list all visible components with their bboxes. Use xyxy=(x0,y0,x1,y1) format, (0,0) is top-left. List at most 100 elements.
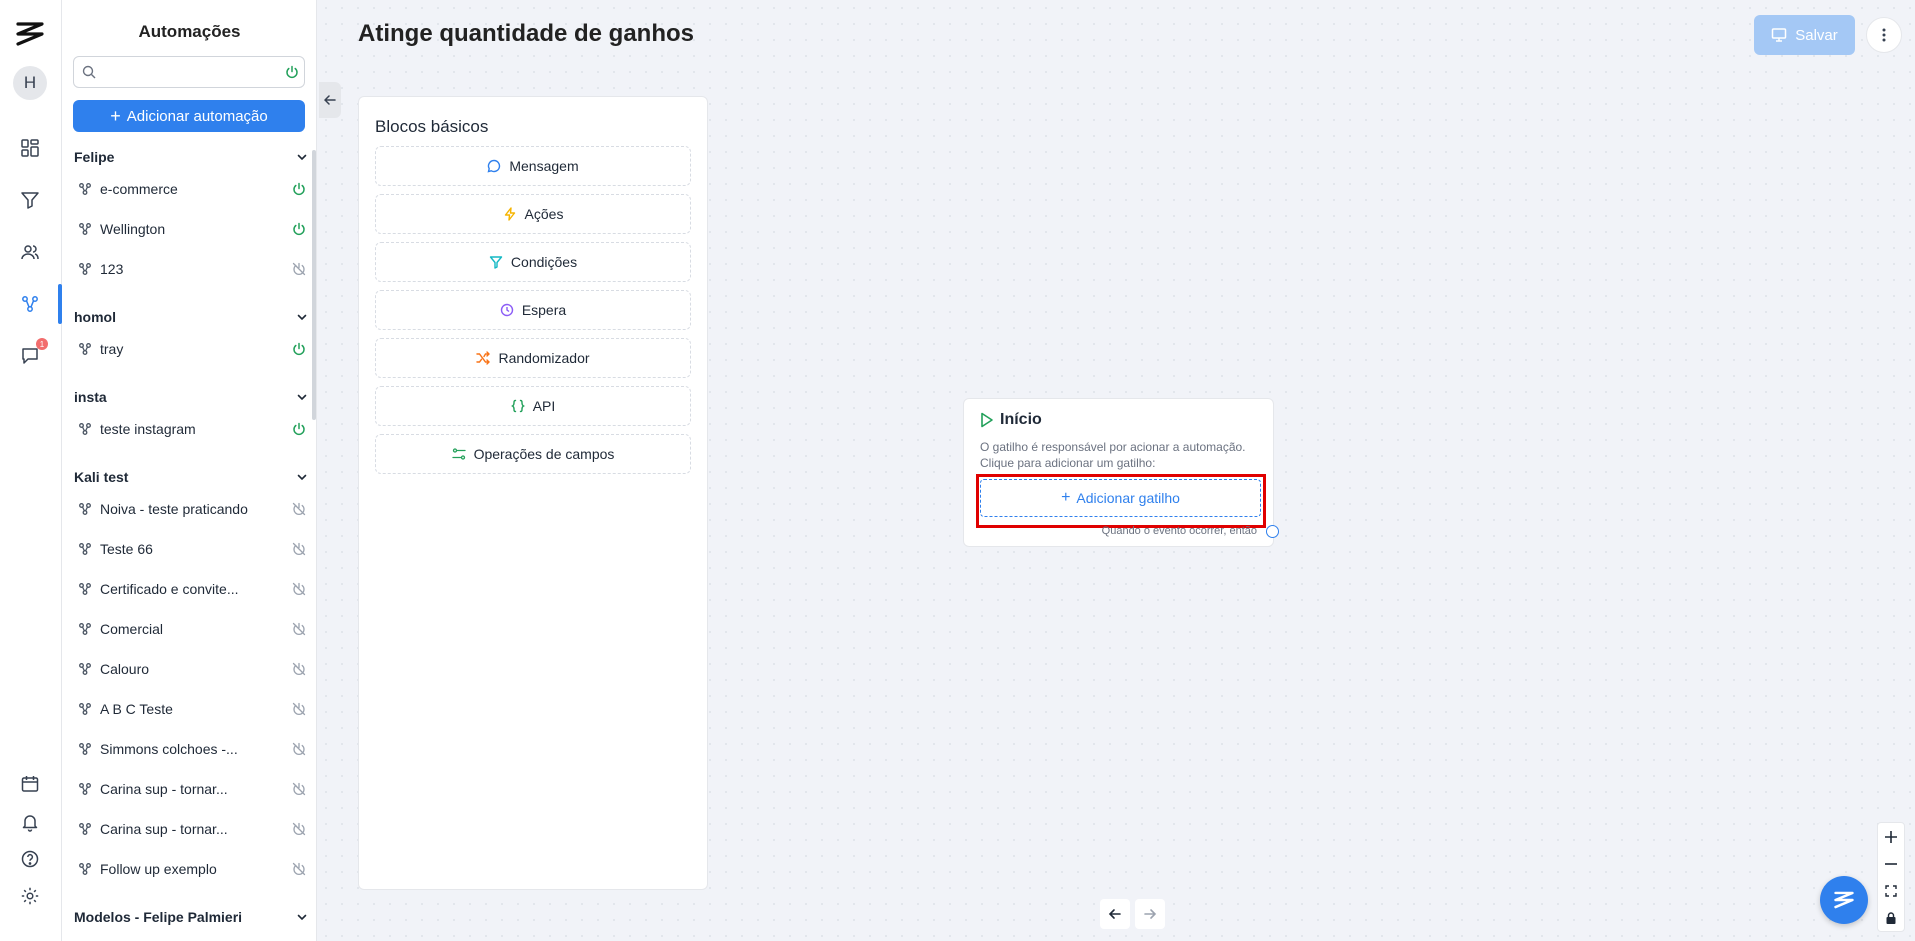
page-title: Atinge quantidade de ganhos xyxy=(358,20,695,47)
automation-label: teste instagram xyxy=(100,421,196,437)
power-off-icon[interactable] xyxy=(292,502,306,516)
group-header[interactable]: Kali test xyxy=(74,465,308,489)
flow-icon xyxy=(78,662,92,676)
block-label: Espera xyxy=(521,302,567,318)
automations-panel: Automações + Adicionar automação Felipe e… xyxy=(62,0,317,941)
power-off-icon[interactable] xyxy=(292,782,306,796)
redo-button[interactable] xyxy=(1135,899,1165,929)
fit-view-button[interactable] xyxy=(1878,877,1904,904)
automation-item[interactable]: Teste 66 xyxy=(78,534,306,564)
automation-item[interactable]: Calouro xyxy=(78,654,306,684)
start-node-title-text: Início xyxy=(1000,411,1042,428)
notification-badge: 1 xyxy=(36,338,48,350)
zoom-in-button[interactable] xyxy=(1878,823,1904,850)
power-off-icon[interactable] xyxy=(292,582,306,596)
automation-item[interactable]: Simmons colchoes -... xyxy=(78,734,306,764)
group-header[interactable]: Felipe xyxy=(74,145,308,169)
power-off-icon[interactable] xyxy=(292,822,306,836)
automation-label: Carina sup - tornar... xyxy=(100,781,228,797)
block-operacoes-de-campos[interactable]: Operações de campos xyxy=(375,434,691,474)
flow-icon xyxy=(78,742,92,756)
automation-item[interactable]: tray xyxy=(78,334,306,364)
flow-icon xyxy=(78,222,92,236)
dashboard-icon[interactable] xyxy=(16,134,44,162)
automation-label: Noiva - teste praticando xyxy=(100,501,248,517)
bell-icon[interactable] xyxy=(16,808,44,836)
automation-label: 123 xyxy=(100,261,124,277)
flow-icon xyxy=(78,182,92,196)
group-header[interactable]: insta xyxy=(74,385,308,409)
flow-icon xyxy=(78,702,92,716)
help-chat-fab[interactable] xyxy=(1820,876,1868,924)
search-input[interactable] xyxy=(100,61,276,83)
automation-label: e-commerce xyxy=(100,181,178,197)
block-randomizador[interactable]: Randomizador xyxy=(375,338,691,378)
save-button[interactable]: Salvar xyxy=(1754,15,1855,55)
automation-label: Wellington xyxy=(100,221,166,237)
braces-icon xyxy=(510,399,525,413)
block-label: Randomizador xyxy=(498,350,590,366)
power-off-icon[interactable] xyxy=(292,702,306,716)
automation-item[interactable]: Certificado e convite... xyxy=(78,574,306,604)
block-label: Ações xyxy=(524,206,564,222)
automation-item[interactable]: Wellington xyxy=(78,214,306,244)
automation-item[interactable]: teste instagram xyxy=(78,414,306,444)
block-label: API xyxy=(532,398,556,414)
funnel-icon[interactable] xyxy=(16,186,44,214)
calendar-icon[interactable] xyxy=(16,770,44,798)
block-acoes[interactable]: Ações xyxy=(375,194,691,234)
block-label: Condições xyxy=(510,254,578,270)
automation-item[interactable]: Follow up exemplo xyxy=(78,854,306,884)
automation-item[interactable]: Carina sup - tornar... xyxy=(78,814,306,844)
settings-icon[interactable] xyxy=(16,882,44,910)
add-automation-label: Adicionar automação xyxy=(126,107,268,125)
block-mensagem[interactable]: Mensagem xyxy=(375,146,691,186)
fields-icon xyxy=(451,447,466,461)
add-trigger-label: Adicionar gatilho xyxy=(1076,490,1180,506)
automation-item[interactable]: A B C Teste xyxy=(78,694,306,724)
avatar[interactable]: H xyxy=(13,66,47,100)
power-off-icon[interactable] xyxy=(292,862,306,876)
logo-icon[interactable] xyxy=(13,17,47,51)
start-node[interactable]: Início O gatilho é responsável por acion… xyxy=(963,398,1274,547)
power-off-icon[interactable] xyxy=(292,622,306,636)
flow-icon xyxy=(78,782,92,796)
block-condicoes[interactable]: Condições xyxy=(375,242,691,282)
power-off-icon[interactable] xyxy=(292,262,306,276)
undo-button[interactable] xyxy=(1100,899,1130,929)
flow-icon xyxy=(78,622,92,636)
sidebar-scrollbar[interactable] xyxy=(312,150,316,420)
power-off-icon[interactable] xyxy=(292,742,306,756)
chevron-down-icon xyxy=(296,311,308,323)
power-on-icon[interactable] xyxy=(292,222,306,236)
power-off-icon[interactable] xyxy=(292,662,306,676)
power-filter-icon[interactable] xyxy=(285,65,299,79)
power-on-icon[interactable] xyxy=(292,342,306,356)
automation-label: Calouro xyxy=(100,661,150,677)
collapse-panel-button[interactable] xyxy=(319,82,341,118)
zoom-out-button[interactable] xyxy=(1878,850,1904,877)
group-header[interactable]: homol xyxy=(74,305,308,329)
add-trigger-button[interactable]: + Adicionar gatilho xyxy=(980,479,1261,517)
automation-label: Follow up exemplo xyxy=(100,861,217,877)
block-espera[interactable]: Espera xyxy=(375,290,691,330)
automation-item[interactable]: e-commerce xyxy=(78,174,306,204)
automation-item[interactable]: Carina sup - tornar... xyxy=(78,774,306,804)
group-header[interactable]: Modelos - Felipe Palmieri xyxy=(74,905,308,929)
node-output-port[interactable] xyxy=(1266,525,1279,538)
users-icon[interactable] xyxy=(16,238,44,266)
automation-icon[interactable] xyxy=(16,290,44,318)
add-automation-button[interactable]: + Adicionar automação xyxy=(73,100,305,132)
block-api[interactable]: API xyxy=(375,386,691,426)
automation-item[interactable]: Noiva - teste praticando xyxy=(78,494,306,524)
automation-item[interactable]: 123 xyxy=(78,254,306,284)
lock-button[interactable] xyxy=(1878,904,1904,931)
more-options-button[interactable] xyxy=(1866,17,1902,53)
power-off-icon[interactable] xyxy=(292,542,306,556)
power-on-icon[interactable] xyxy=(292,422,306,436)
flow-icon xyxy=(78,582,92,596)
zoom-controls xyxy=(1877,822,1905,932)
automation-item[interactable]: Comercial xyxy=(78,614,306,644)
help-icon[interactable] xyxy=(16,845,44,873)
power-on-icon[interactable] xyxy=(292,182,306,196)
